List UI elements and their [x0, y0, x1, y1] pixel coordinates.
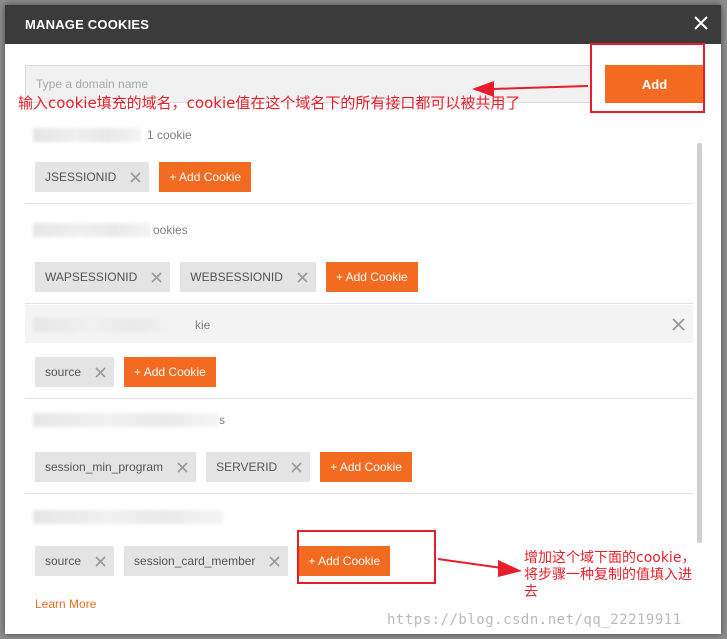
cookie-chip[interactable]: WAPSESSIONID [35, 262, 171, 292]
remove-cookie-icon[interactable] [177, 461, 188, 473]
divider [25, 203, 693, 204]
domain-name-redacted [33, 413, 218, 427]
cookie-chip-row: WAPSESSIONID WEBSESSIONID + Add Cookie [35, 262, 418, 292]
remove-cookie-icon[interactable] [151, 271, 162, 283]
domain-header[interactable]: kie [25, 305, 693, 343]
watermark: https://blog.csdn.net/qq_22219911 [387, 612, 682, 628]
cookie-chip-row: source + Add Cookie [35, 357, 216, 387]
close-icon[interactable] [693, 15, 709, 31]
annotation-arrow-icon [437, 558, 522, 577]
divider [25, 398, 693, 399]
dialog-titlebar: MANAGE COOKIES [5, 5, 721, 44]
divider [25, 303, 693, 304]
remove-cookie-icon[interactable] [269, 555, 280, 567]
domain-header[interactable]: s [25, 400, 693, 438]
cookie-chip-label: JSESSIONID [45, 170, 117, 184]
cookie-chip-label: session_min_program [45, 460, 164, 474]
add-cookie-button[interactable]: + Add Cookie [325, 262, 418, 292]
cookie-chip-row: JSESSIONID + Add Cookie [35, 162, 252, 192]
cookie-chip-label: source [45, 365, 82, 379]
cookie-chip[interactable]: source [35, 357, 115, 387]
add-cookie-button[interactable]: + Add Cookie [320, 452, 412, 482]
cookie-count: 1 cookie [147, 128, 192, 142]
annotation-highlight-add-cookie [297, 530, 436, 584]
cookie-chip-row: session_min_program SERVERID + Add Cooki… [35, 452, 412, 482]
domain-header[interactable]: ookies [25, 210, 693, 248]
cookie-count: ookies [153, 223, 188, 237]
domain-header[interactable]: 1 cookie [25, 115, 693, 153]
cookie-chip[interactable]: JSESSIONID [35, 162, 150, 192]
domain-name-redacted [33, 223, 151, 237]
learn-more-link[interactable]: Learn More [35, 597, 96, 611]
cookie-chip-label: WEBSESSIONID [190, 270, 283, 284]
remove-cookie-icon[interactable] [95, 555, 106, 567]
cookie-chip[interactable]: WEBSESSIONID [180, 262, 316, 292]
annotation-highlight-add [590, 43, 705, 113]
cookie-chip-label: session_card_member [134, 554, 256, 568]
remove-cookie-icon[interactable] [291, 461, 302, 473]
dialog-title: MANAGE COOKIES [25, 17, 150, 32]
cookie-chip[interactable]: SERVERID [206, 452, 311, 482]
cookie-chip-label: WAPSESSIONID [45, 270, 138, 284]
domain-name-redacted [33, 318, 178, 332]
cookie-chip-label: SERVERID [216, 460, 278, 474]
annotation-text: 增加这个域下面的cookie，将步骤一种复制的值填入进去 [524, 550, 696, 600]
add-cookie-button[interactable]: + Add Cookie [124, 357, 216, 387]
add-cookie-button[interactable]: + Add Cookie [159, 162, 252, 192]
annotation-text: 输入cookie填充的域名，cookie值在这个域名下的所有接口都可以被共用了 [18, 94, 521, 112]
domain-name-redacted [33, 510, 223, 524]
cookie-count: kie [195, 318, 211, 332]
cookie-chip[interactable]: session_min_program [35, 452, 197, 482]
cookie-chip[interactable]: source [35, 546, 115, 576]
cookie-count: s [219, 413, 225, 427]
cookie-chip[interactable]: session_card_member [124, 546, 289, 576]
remove-domain-icon[interactable] [672, 318, 685, 331]
remove-cookie-icon[interactable] [130, 171, 141, 183]
scrollbar[interactable] [697, 143, 702, 543]
remove-cookie-icon[interactable] [297, 271, 308, 283]
remove-cookie-icon[interactable] [95, 366, 106, 378]
divider [25, 493, 693, 494]
domain-name-redacted [33, 128, 141, 142]
cookie-chip-label: source [45, 554, 82, 568]
